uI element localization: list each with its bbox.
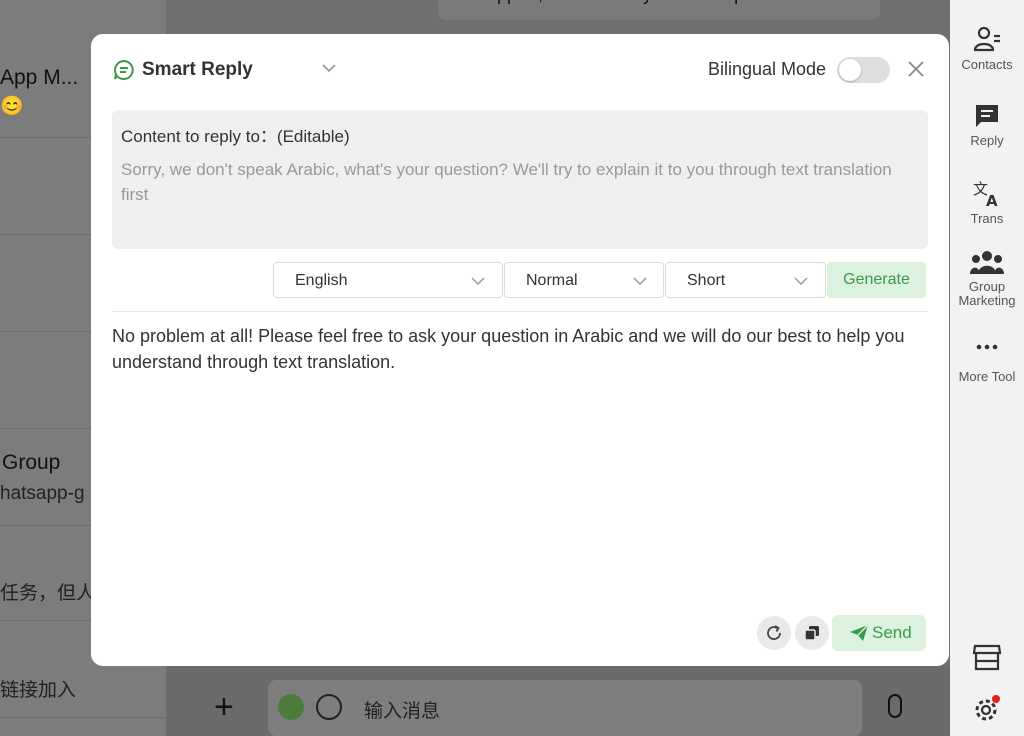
chat-bubble-icon xyxy=(114,59,134,80)
refresh-icon xyxy=(767,625,781,640)
microphone-icon[interactable] xyxy=(888,694,902,718)
language-select-value: English xyxy=(295,272,348,289)
send-button[interactable]: Send xyxy=(832,615,926,651)
chat-message-bubble: No support, I need to buy the basic plan… xyxy=(438,0,880,20)
toolbar-item-more-tool[interactable]: More Tool xyxy=(950,340,1024,384)
toolbar-label: More Tool xyxy=(958,369,1016,384)
toolbar-item-settings[interactable] xyxy=(950,694,1024,724)
translate-icon: 文 A xyxy=(973,180,998,208)
send-icon xyxy=(850,624,869,641)
toolbar-label: Contacts xyxy=(961,57,1013,72)
toolbar-item-trans[interactable]: 文 A Trans xyxy=(950,178,1024,226)
emoji-icon[interactable] xyxy=(316,694,342,720)
copy-button[interactable] xyxy=(795,616,829,650)
tone-select[interactable]: Normal xyxy=(504,262,664,298)
chevron-down-icon xyxy=(794,277,808,286)
contacts-icon xyxy=(973,26,1000,52)
toolbar-label: Reply xyxy=(970,133,1004,148)
modal-title: Smart Reply xyxy=(142,59,253,80)
plus-icon[interactable]: + xyxy=(214,690,234,724)
divider xyxy=(112,311,928,312)
chevron-down-icon xyxy=(471,277,485,286)
toolbar-label: Trans xyxy=(970,211,1004,226)
content-to-reply-box[interactable]: Content to reply to：(Editable) Sorry, we… xyxy=(112,110,928,249)
toolbar-item-contacts[interactable]: Contacts xyxy=(950,24,1024,72)
reply-icon xyxy=(976,105,998,127)
chat-subtitle: hatsapp-g xyxy=(0,483,85,504)
message-composer: + 输入消息 xyxy=(166,666,950,736)
chat-subtitle: 链接加入 xyxy=(0,680,77,701)
content-to-reply-label: Content to reply to：(Editable) xyxy=(121,127,350,146)
toggle-knob xyxy=(839,59,861,81)
toolbar-label: Group Marketing xyxy=(958,279,1016,308)
right-toolbar: Contacts Reply 文 A Trans Group Marketing… xyxy=(950,0,1024,736)
chat-subtitle: 😊 xyxy=(0,96,24,117)
store-icon xyxy=(972,644,1002,671)
message-placeholder: 输入消息 xyxy=(364,701,441,722)
length-select-value: Short xyxy=(687,272,726,289)
toolbar-item-group-marketing[interactable]: Group Marketing xyxy=(950,250,1024,308)
chat-title: Group xyxy=(2,451,61,474)
chevron-down-icon xyxy=(633,277,647,286)
language-select[interactable]: English xyxy=(273,262,503,298)
svg-text:A: A xyxy=(986,192,998,208)
bilingual-mode-label: Bilingual Mode xyxy=(708,59,827,79)
smart-reply-modal: Smart Reply Bilingual Mode Content to re… xyxy=(91,34,949,666)
content-to-reply-text[interactable]: Sorry, we don't speak Arabic, what's you… xyxy=(121,157,911,207)
length-select[interactable]: Short xyxy=(665,262,826,298)
more-icon xyxy=(976,344,998,350)
chevron-down-icon[interactable] xyxy=(320,61,338,75)
close-icon[interactable] xyxy=(905,58,927,80)
chat-title: App M... xyxy=(0,66,79,89)
regenerate-button[interactable] xyxy=(757,616,791,650)
ai-sticker-icon[interactable] xyxy=(278,694,304,720)
generated-reply-text[interactable]: No problem at all! Please feel free to a… xyxy=(112,323,912,375)
gear-icon xyxy=(975,695,1000,721)
copy-icon xyxy=(804,626,819,641)
toolbar-item-store[interactable] xyxy=(950,642,1024,672)
bilingual-mode-toggle[interactable] xyxy=(837,57,890,83)
chat-subtitle: 任务，但人 xyxy=(0,583,96,604)
generate-button[interactable]: Generate xyxy=(827,262,926,298)
toolbar-item-reply[interactable]: Reply xyxy=(950,102,1024,148)
send-button-label: Send xyxy=(872,623,912,642)
tone-select-value: Normal xyxy=(526,272,578,289)
message-input[interactable] xyxy=(268,680,862,736)
group-icon xyxy=(970,251,1004,274)
